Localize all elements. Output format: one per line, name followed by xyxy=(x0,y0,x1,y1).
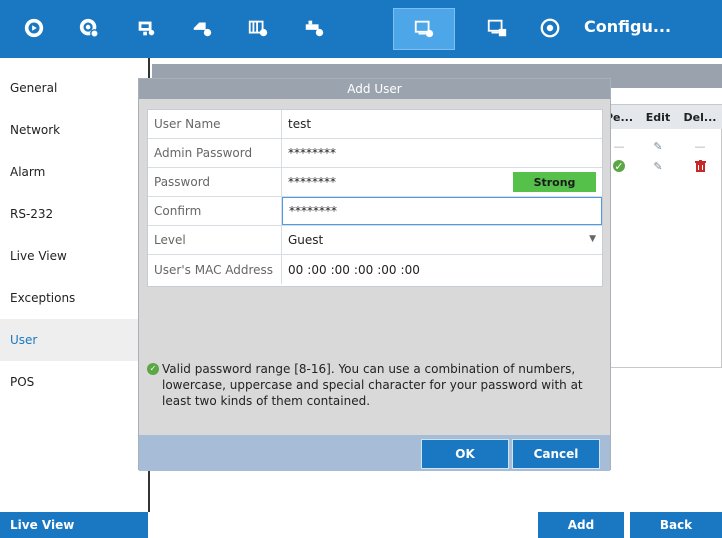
table-row: — ✎ — xyxy=(599,136,722,156)
mac-octet[interactable]: :00 xyxy=(377,263,396,277)
live-view-button[interactable]: Live View xyxy=(0,512,148,538)
system-config-icon[interactable] xyxy=(393,8,455,50)
password-label: Password xyxy=(148,168,282,196)
sidebar-item-alarm[interactable]: Alarm xyxy=(0,151,148,193)
dialog-title: Add User xyxy=(139,79,610,99)
sidebar-item-user[interactable]: User xyxy=(0,319,148,361)
sidebar-item-rs232[interactable]: RS-232 xyxy=(0,193,148,235)
user-name-row: User Name test xyxy=(148,110,602,139)
mac-address-row: User's MAC Address 00 :00 :00 :00 :00 :0… xyxy=(148,255,602,284)
user-table-header: Pe... Edit Del... xyxy=(599,105,722,129)
password-hint: ✓ Valid password range [8-16]. You can u… xyxy=(147,361,603,409)
add-user-dialog: Add User User Name test Admin Password *… xyxy=(138,78,611,471)
edit-icon[interactable]: ✎ xyxy=(639,136,677,156)
top-nav-bar: Configu... xyxy=(0,0,722,58)
dash-icon: — xyxy=(694,139,706,153)
sidebar-item-live-view[interactable]: Live View xyxy=(0,235,148,277)
network-camera-icon[interactable] xyxy=(182,8,222,48)
delete-icon[interactable] xyxy=(677,156,722,176)
edit-icon[interactable]: ✎ xyxy=(639,156,677,176)
password-hint-text: Valid password range [8-16]. You can use… xyxy=(162,362,583,408)
admin-password-field[interactable]: ******** xyxy=(282,139,602,167)
password-value: ******** xyxy=(288,175,336,189)
admin-password-label: Admin Password xyxy=(148,139,282,167)
camera-settings-icon[interactable] xyxy=(69,8,109,48)
check-circle-icon: ✓ xyxy=(147,363,159,375)
table-row: ✓ ✎ xyxy=(599,156,722,176)
mac-address-field[interactable]: 00 :00 :00 :00 :00 :00 xyxy=(282,255,602,284)
back-button[interactable]: Back xyxy=(630,512,722,538)
sidebar-item-network[interactable]: Network xyxy=(0,109,148,151)
password-row: Password ******** Strong xyxy=(148,168,602,197)
bottom-bar: Live View Add Back xyxy=(0,512,722,538)
sidebar: General Network Alarm RS-232 Live View E… xyxy=(0,58,148,512)
password-field[interactable]: ******** Strong xyxy=(282,168,602,196)
network-tools-icon[interactable] xyxy=(294,8,334,48)
user-table: Pe... Edit Del... — ✎ — ✓ ✎ xyxy=(598,104,722,368)
page-title: Configu... xyxy=(584,17,672,36)
storage-icon[interactable] xyxy=(238,8,278,48)
sidebar-item-pos[interactable]: POS xyxy=(0,361,148,403)
sidebar-item-general[interactable]: General xyxy=(0,67,148,109)
mac-octet[interactable]: :00 xyxy=(331,263,350,277)
add-user-form: User Name test Admin Password ******** P… xyxy=(147,109,603,287)
mac-octet[interactable]: :00 xyxy=(307,263,326,277)
user-name-label: User Name xyxy=(148,110,282,138)
configuration-icon[interactable] xyxy=(530,8,570,48)
maintenance-icon[interactable] xyxy=(477,8,517,48)
level-select[interactable]: Guest ▼ xyxy=(282,226,602,254)
level-value: Guest xyxy=(288,233,324,247)
add-button[interactable]: Add xyxy=(538,512,624,538)
sidebar-item-exceptions[interactable]: Exceptions xyxy=(0,277,148,319)
mac-octet[interactable]: :00 xyxy=(354,263,373,277)
confirm-password-field[interactable]: ******** xyxy=(282,197,602,225)
user-name-field[interactable]: test xyxy=(282,110,602,138)
ok-button[interactable]: OK xyxy=(421,439,509,469)
admin-password-row: Admin Password ******** xyxy=(148,139,602,168)
mac-octet[interactable]: 00 xyxy=(288,263,303,277)
mac-address-label: User's MAC Address xyxy=(148,255,282,284)
cancel-button[interactable]: Cancel xyxy=(512,439,600,469)
column-edit[interactable]: Edit xyxy=(639,105,677,129)
level-row: Level Guest ▼ xyxy=(148,226,602,255)
dialog-footer: OK Cancel xyxy=(139,435,610,471)
record-icon[interactable] xyxy=(126,8,166,48)
password-strength-badge: Strong xyxy=(513,172,596,192)
mac-octet[interactable]: :00 xyxy=(401,263,420,277)
level-label: Level xyxy=(148,226,282,254)
playback-icon[interactable] xyxy=(14,8,54,48)
chevron-down-icon[interactable]: ▼ xyxy=(589,234,596,244)
column-delete[interactable]: Del... xyxy=(677,105,722,129)
confirm-label: Confirm xyxy=(148,197,282,225)
confirm-row: Confirm ******** xyxy=(148,197,602,226)
